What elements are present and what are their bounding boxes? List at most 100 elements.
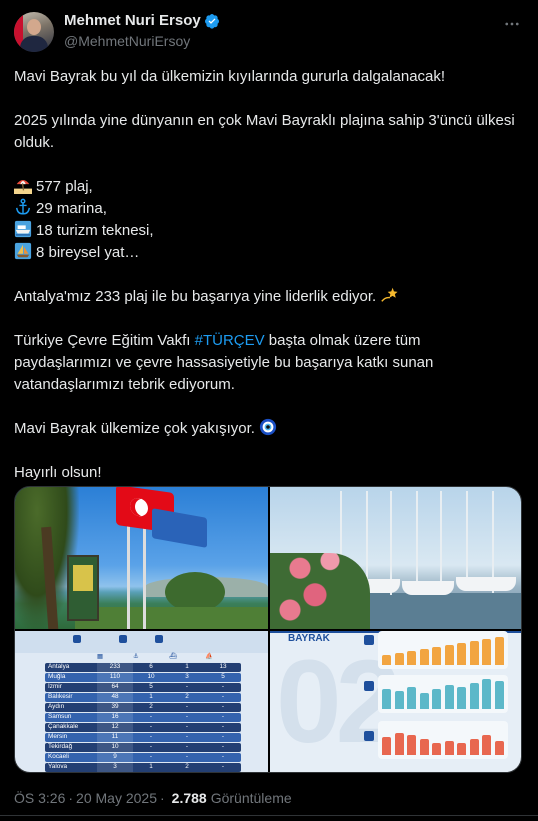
chart-bar [444,645,454,665]
table-cell: - [221,763,225,770]
table-row: Antalya 233 6 1 13 [45,663,241,672]
media-chart-image[interactable]: 02 BAYRAK [270,631,521,772]
sailboat-icon [14,242,32,260]
chart-brand: BAYRAK [288,633,330,644]
table-row: İzmir 64 5 - - [45,683,241,692]
table-cell: - [185,753,189,760]
stat-boats-text: 18 turizm teknesi, [36,222,154,239]
chart-bar [432,743,441,755]
tweet-line-6: Hayırlı olsun! [14,464,102,481]
mast [440,491,442,591]
media-photo-flags[interactable] [15,487,268,629]
hashtag-turcev[interactable]: #TÜRÇEV [195,332,265,349]
tweet-date[interactable]: 20 May 2025 [76,790,157,806]
chart-bar [494,681,504,709]
chart-bar [469,683,479,709]
table-row: Kocaeli 9 - - - [45,753,241,762]
mast [366,491,368,587]
more-options-icon[interactable] [500,12,524,36]
dizzy-star-icon [381,287,398,302]
table-cell: 3 [185,673,189,680]
mast [466,491,468,587]
author-handle[interactable]: @MehmetNuriErsoy [64,32,220,50]
tweet-header: Mehmet Nuri Ersoy @MehmetNuriErsoy [14,12,524,60]
media-photo-marina[interactable] [270,487,521,629]
chart-bar [419,739,429,755]
table-cell: - [221,733,225,740]
chart-bar [382,655,391,665]
table-row: Muğla 110 10 3 5 [45,673,241,682]
chart-bar [469,641,479,665]
chart-bar [482,679,491,709]
chart-bar [444,741,454,755]
anchor-icon [15,198,31,215]
divider [0,815,538,816]
chart-bar [457,643,466,665]
col-boat-icon: ⛴ [169,653,178,660]
nazar-amulet-icon [259,418,277,436]
separator: · [68,790,74,806]
stat-yachts: 8 bireysel yat… [14,242,520,264]
table-cell: 2 [185,693,189,700]
display-name[interactable]: Mehmet Nuri Ersoy [64,12,201,30]
chart-bar [482,639,491,665]
media-table-image[interactable]: ▦ ⚓ ⛴ ⛵ Antalya 233 6 1 13 Muğla 110 10 3 5 İzmir 6… [15,631,268,772]
table-cell: - [221,703,225,710]
table-cell: Tekirdağ [48,743,73,750]
tweet-stats: 577 plaj, 29 marina, 18 turizm teknesi, … [14,176,520,264]
mast [416,491,418,583]
tweet-line-5: Mavi Bayrak ülkemize çok yakışıyor. [14,418,520,440]
views-label: Görüntüleme [210,790,292,806]
table-row: Balıkesir 48 1 2 - [45,693,241,702]
info-sign [67,555,99,621]
author-block: Mehmet Nuri Ersoy @MehmetNuriErsoy [64,12,220,50]
tweet-line-1: Mavi Bayrak bu yıl da ülkemizin kıyıları… [14,68,446,85]
table-cell: Samsun [48,713,72,720]
table-cell: 10 [97,743,133,752]
tweet-time[interactable]: ÖS 3:26 [14,790,65,806]
chart-bar [457,743,466,755]
ship-icon [14,220,32,238]
table-cell: - [185,713,189,720]
chart-bar [482,735,491,755]
separator: · [160,790,165,806]
ellipsis-icon [505,22,519,26]
chart-bar [494,637,504,665]
table-cell: 48 [97,693,133,702]
beach-chart-icon [364,635,374,645]
chart-bar [432,647,441,665]
display-name-row: Mehmet Nuri Ersoy [64,12,220,30]
marina-chart-icon [364,681,374,691]
table-cell: - [221,693,225,700]
table-cell: Balıkesir [48,693,73,700]
chart-bar [382,737,391,755]
table-cell: Antalya [48,663,70,670]
table-cell: 2 [149,703,153,710]
tweet-line-4: Türkiye Çevre Eğitim Vakfı #TÜRÇEV başta… [14,330,520,396]
table-cell: - [221,753,225,760]
tweet-line-2: 2025 yılında yine dünyanın en çok Mavi B… [14,112,515,151]
table-cell: - [149,743,153,750]
table-cell: Çanakkale [48,723,79,730]
table-cell: 5 [221,673,225,680]
flowers [270,553,370,629]
table-cell: - [221,683,225,690]
table-row: Çanakkale 12 - - - [45,723,241,732]
col-yacht-icon: ⛵ [205,653,213,660]
chart-bar [394,733,404,755]
chart-bar [407,651,416,665]
avatar[interactable] [14,12,54,52]
chart-bar [444,685,454,709]
table-cell: 233 [97,663,133,672]
chart-bar [394,653,404,665]
avatar-flag [14,12,23,52]
views-count: 2.788 [171,790,207,806]
stat-yachts-text: 8 bireysel yat… [36,244,140,261]
chart-bar [407,687,416,709]
boat-hull [402,581,454,595]
deco-icon [119,635,127,643]
flag-pole [127,522,130,629]
media-grid: ▦ ⚓ ⛴ ⛵ Antalya 233 6 1 13 Muğla 110 10 3 5 İzmir 6… [14,486,522,773]
stat-beaches-text: 577 plaj, [36,178,93,195]
stat-beaches: 577 plaj, [14,176,520,198]
